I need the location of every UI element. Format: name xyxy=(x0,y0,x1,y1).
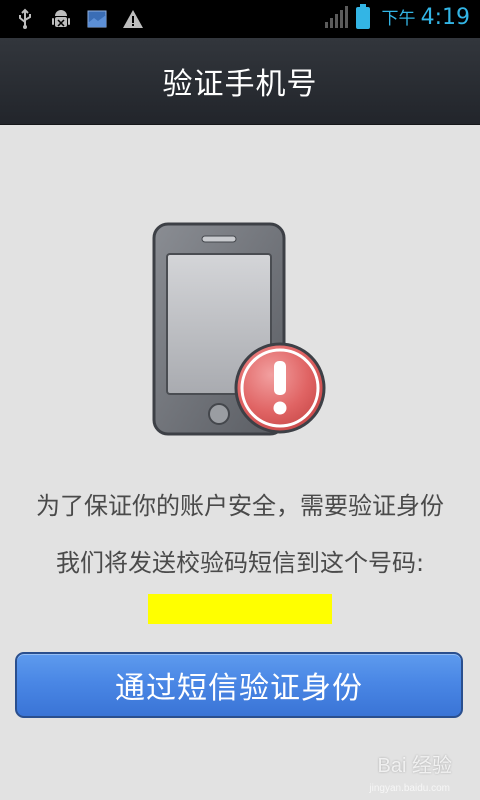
warning-icon xyxy=(123,10,143,28)
page-title: 验证手机号 xyxy=(162,67,318,102)
battery-icon xyxy=(355,4,370,29)
clock-ampm: 下午 xyxy=(381,9,416,29)
title-bar: 验证手机号 xyxy=(0,38,480,125)
signal-icon xyxy=(324,6,348,28)
watermark-url: jingyan.baidu.com xyxy=(369,783,450,794)
gallery-icon xyxy=(87,10,107,28)
phone-number-redacted xyxy=(148,594,332,624)
phone-warning-icon xyxy=(152,222,326,436)
verify-by-sms-button[interactable]: 通过短信验证身份 xyxy=(15,652,463,718)
watermark-logo: Bai 经验 xyxy=(377,755,452,777)
sms-notice-message: 我们将发送校验码短信到这个号码: xyxy=(55,549,425,577)
security-message: 为了保证你的账户安全，需要验证身份 xyxy=(36,492,444,520)
status-bar: 下午 4:19 xyxy=(0,0,480,38)
clock-time: 4:19 xyxy=(420,5,470,30)
usb-icon xyxy=(19,8,31,29)
android-debug-icon xyxy=(52,10,70,27)
